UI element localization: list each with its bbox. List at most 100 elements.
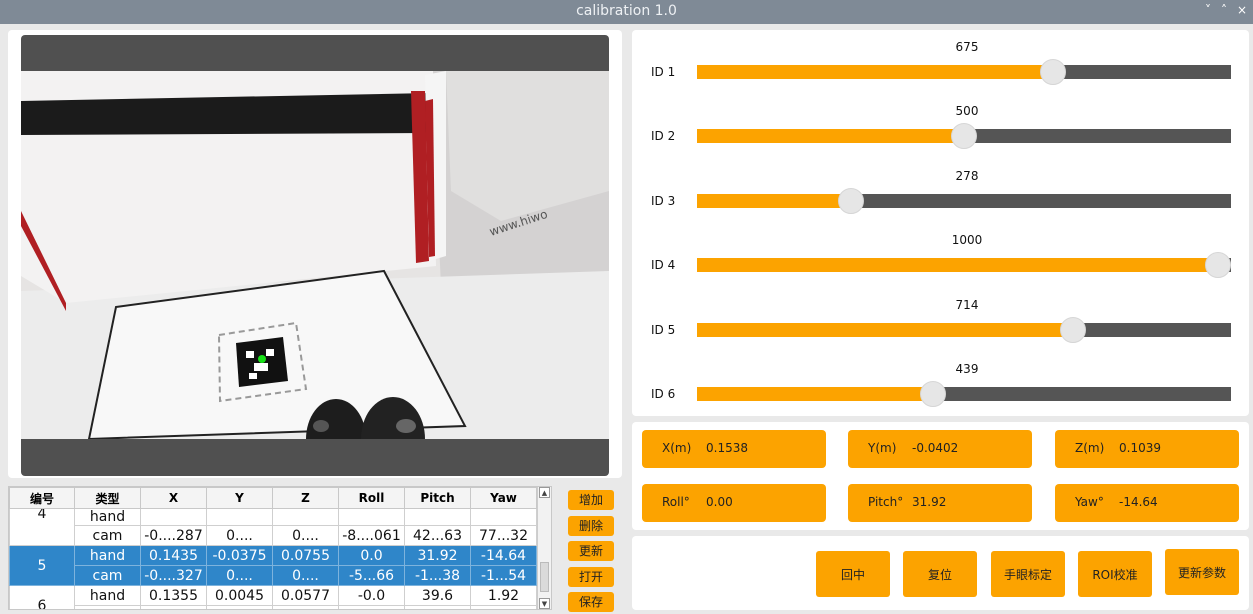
table-cell[interactable]: hand bbox=[74, 585, 141, 606]
slider-handle[interactable] bbox=[920, 381, 946, 407]
pose-y-box: Y(m) -0.0402 bbox=[848, 430, 1032, 468]
slider-track[interactable] bbox=[697, 123, 1231, 150]
table-cell[interactable]: -0.0375 bbox=[206, 545, 273, 566]
table-row[interactable]: 4 hand bbox=[9, 508, 537, 546]
table-cell[interactable]: -0.0 bbox=[338, 585, 405, 606]
table-cell[interactable] bbox=[140, 508, 207, 526]
pose-roll-value: 0.00 bbox=[706, 495, 733, 509]
scroll-thumb[interactable] bbox=[540, 562, 549, 592]
slider-label: ID 5 bbox=[651, 322, 676, 337]
maximize-icon[interactable]: ˄ bbox=[1221, 3, 1227, 17]
table-row[interactable]: cam0....0....0....-4...73-4....189-3....… bbox=[10, 605, 537, 609]
table-cell[interactable]: 42...63 bbox=[404, 525, 471, 546]
window-title: calibration 1.0 bbox=[576, 3, 677, 19]
table-row[interactable]: cam -0....327 0.... 0.... -5...66 -1...38 -1..… bbox=[10, 565, 537, 586]
slider-handle[interactable] bbox=[1040, 59, 1066, 85]
table-cell[interactable]: 39.6 bbox=[404, 585, 471, 606]
slider-track[interactable] bbox=[697, 381, 1231, 407]
table-cell[interactable]: 0.... bbox=[140, 605, 207, 609]
table-cell[interactable]: -0....287 bbox=[140, 525, 207, 546]
table-cell[interactable] bbox=[404, 508, 471, 526]
table-cell[interactable]: -8....061 bbox=[338, 525, 405, 546]
table-cell[interactable]: -1...54 bbox=[470, 565, 537, 586]
slider-handle[interactable] bbox=[1205, 252, 1231, 279]
table-cell[interactable] bbox=[338, 508, 405, 526]
table-cell[interactable]: 0.... bbox=[206, 525, 273, 546]
table-cell[interactable]: -3....993 bbox=[470, 605, 537, 609]
table-cell[interactable]: -1...38 bbox=[404, 565, 471, 586]
table-cell[interactable]: 0.... bbox=[272, 565, 339, 586]
table-cell[interactable]: hand bbox=[74, 545, 141, 566]
update-button[interactable]: 更新 bbox=[568, 541, 614, 561]
table-cell[interactable]: cam bbox=[74, 525, 141, 546]
delete-button[interactable]: 删除 bbox=[568, 515, 614, 536]
row-id-cell[interactable]: 5 bbox=[9, 545, 75, 586]
save-button[interactable]: 保存 bbox=[568, 592, 614, 612]
table-cell[interactable]: 0.1355 bbox=[140, 585, 207, 606]
table-cell[interactable]: 77...32 bbox=[470, 525, 537, 546]
slider-handle[interactable] bbox=[1060, 316, 1086, 343]
hand-eye-calibration-button[interactable]: 手眼标定 bbox=[991, 551, 1065, 597]
table-cell[interactable] bbox=[470, 508, 537, 526]
slider-track[interactable] bbox=[697, 316, 1231, 343]
slider-handle[interactable] bbox=[838, 187, 864, 214]
update-params-button[interactable]: 更新参数 bbox=[1165, 549, 1239, 595]
table-cell[interactable]: -4....189 bbox=[404, 605, 471, 609]
roi-calibration-button[interactable]: ROI校准 bbox=[1078, 551, 1152, 597]
close-icon[interactable]: × bbox=[1237, 3, 1247, 17]
table-scrollbar[interactable]: ▲ ▼ bbox=[537, 487, 551, 609]
table-cell[interactable]: cam bbox=[74, 605, 141, 609]
col-header-z[interactable]: Z bbox=[272, 487, 339, 509]
slider-label: ID 6 bbox=[651, 387, 676, 401]
slider-label: ID 4 bbox=[651, 258, 676, 273]
col-header-yaw[interactable]: Yaw bbox=[470, 487, 537, 509]
table-cell[interactable]: -14.64 bbox=[470, 545, 537, 566]
slider-track[interactable] bbox=[697, 187, 1231, 214]
table-cell[interactable] bbox=[272, 508, 339, 526]
minimize-icon[interactable]: ˅ bbox=[1205, 3, 1211, 17]
table-cell[interactable]: 0.0755 bbox=[272, 545, 339, 566]
slider-track[interactable] bbox=[697, 252, 1231, 279]
table-cell[interactable] bbox=[206, 508, 273, 526]
scroll-up-icon[interactable]: ▲ bbox=[539, 487, 550, 498]
table-cell[interactable]: 31.92 bbox=[404, 545, 471, 566]
table-cell[interactable]: 0.1435 bbox=[140, 545, 207, 566]
col-header-pitch[interactable]: Pitch bbox=[404, 487, 471, 509]
table-cell[interactable]: 0.... bbox=[206, 565, 273, 586]
pose-y-label: Y(m) bbox=[868, 441, 897, 455]
action-panel: 回中 复位 手眼标定 ROI校准 更新参数 bbox=[632, 536, 1249, 610]
table-cell[interactable]: 0.... bbox=[272, 525, 339, 546]
table-cell[interactable]: 0.... bbox=[272, 605, 339, 609]
table-cell[interactable]: -4...73 bbox=[338, 605, 405, 609]
scroll-down-icon[interactable]: ▼ bbox=[539, 598, 550, 609]
row-id-cell[interactable]: 6 bbox=[9, 585, 75, 609]
table-cell[interactable]: 0.0 bbox=[338, 545, 405, 566]
table-cell[interactable]: -0....327 bbox=[140, 565, 207, 586]
table-cell[interactable]: -5...66 bbox=[338, 565, 405, 586]
pose-panel: X(m) 0.1538 Y(m) -0.0402 Z(m) 0.1039 Rol… bbox=[632, 422, 1249, 530]
col-header-x[interactable]: X bbox=[140, 487, 207, 509]
col-header-y[interactable]: Y bbox=[206, 487, 273, 509]
slider-track[interactable] bbox=[697, 59, 1231, 85]
pose-table[interactable]: 编号 类型 X Y Z Roll Pitch Yaw 4 hand cam -0...… bbox=[8, 486, 552, 610]
pose-y-value: -0.0402 bbox=[912, 441, 959, 455]
table-row[interactable]: cam -0....287 0.... 0.... -8....061 42...63 77… bbox=[10, 525, 537, 546]
row-id-cell[interactable]: 4 bbox=[9, 508, 75, 546]
slider-handle[interactable] bbox=[951, 123, 977, 150]
table-cell[interactable]: 0.... bbox=[206, 605, 273, 609]
reset-button[interactable]: 复位 bbox=[903, 551, 977, 597]
add-button[interactable]: 增加 bbox=[568, 490, 614, 510]
col-header-id[interactable]: 编号 bbox=[9, 487, 75, 509]
table-row[interactable]: 5 hand 0.1435 -0.0375 0.0755 0.0 31.92 -14.64 bbox=[9, 545, 537, 586]
table-cell[interactable]: cam bbox=[74, 565, 141, 586]
servo-slider-5: 714 ID 5 bbox=[632, 288, 1249, 348]
table-cell[interactable]: 0.0045 bbox=[206, 585, 273, 606]
table-row[interactable]: 6 hand 0.1355 0.0045 0.0577 -0.0 39.6 1.92 bbox=[9, 585, 537, 609]
table-cell[interactable]: 0.0577 bbox=[272, 585, 339, 606]
table-cell[interactable]: 1.92 bbox=[470, 585, 537, 606]
col-header-type[interactable]: 类型 bbox=[74, 487, 141, 509]
center-button[interactable]: 回中 bbox=[816, 551, 890, 597]
open-button[interactable]: 打开 bbox=[568, 566, 614, 587]
table-cell[interactable]: hand bbox=[74, 508, 141, 526]
col-header-roll[interactable]: Roll bbox=[338, 487, 405, 509]
